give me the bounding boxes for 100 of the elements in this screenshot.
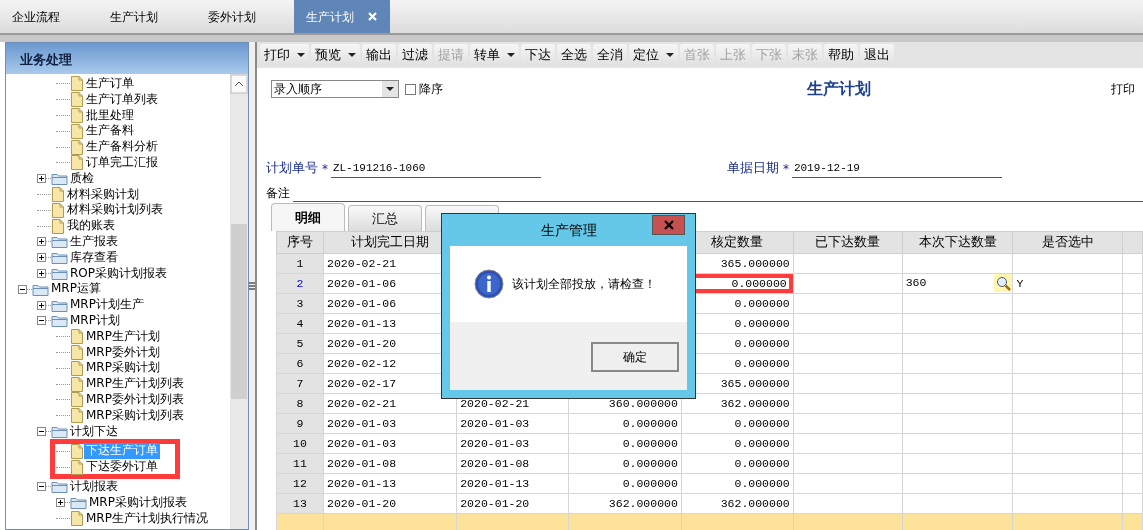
tree-item[interactable]: MRP委外计划列表 [84, 391, 186, 408]
tree-item[interactable]: MRP采购计划列表 [84, 407, 186, 424]
collapse-icon[interactable] [37, 316, 46, 326]
table-cell: 362.000000 [681, 493, 794, 514]
row-number: 10 [276, 433, 324, 454]
toolbar-button[interactable]: 全选 [556, 44, 591, 66]
tree-item[interactable]: 生产报表 [68, 233, 120, 250]
tree-item[interactable]: MRP计划 [68, 312, 122, 329]
collapse-icon[interactable] [18, 284, 27, 294]
expand-icon[interactable] [37, 300, 46, 310]
dialog-message: 该计划全部投放，请检查！ [512, 276, 656, 293]
tree-item[interactable]: 生产备料 [84, 123, 136, 140]
close-icon [663, 220, 674, 230]
toolbar-button[interactable]: 定位 [628, 44, 678, 66]
remark-label: 备注 [265, 184, 290, 202]
tree-item[interactable]: 计划报表 [68, 478, 120, 495]
toolbar-button[interactable]: 退出 [859, 44, 894, 66]
row-number: 9 [276, 413, 324, 434]
info-icon [474, 269, 504, 299]
row-number: 5 [276, 333, 324, 354]
folder-icon [51, 479, 68, 495]
toolbar-button[interactable]: 预览 [310, 44, 360, 66]
tree-item[interactable]: ROP采购计划报表 [68, 265, 170, 282]
document-icon [51, 217, 65, 235]
collapse-icon[interactable] [37, 426, 46, 436]
column-header: 已下达数量 [793, 231, 903, 254]
tree-item[interactable]: 材料采购计划 [65, 186, 141, 203]
expand-icon[interactable] [37, 253, 46, 263]
tree-item[interactable]: 生产备料分析 [84, 139, 160, 155]
table-cell: 2020-01-03 [456, 413, 569, 434]
row-number: 4 [276, 313, 324, 334]
required-mark: * [321, 160, 328, 178]
document-icon [70, 343, 84, 361]
tab[interactable]: 生产计划 [98, 0, 196, 33]
tree-item[interactable]: 材料采购计划列表 [65, 202, 165, 219]
row-number: 3 [276, 293, 324, 314]
tree-item[interactable]: MRP委外计划 [84, 344, 162, 361]
ok-button[interactable]: 确定 [591, 342, 679, 372]
column-header: 序号 [276, 231, 324, 254]
tree-item[interactable]: 订单完工汇报 [84, 155, 160, 171]
table-cell: 0.000000 [568, 473, 682, 494]
toolbar-button[interactable]: 输出 [361, 44, 396, 66]
tree-item[interactable]: MRP生产计划 [84, 328, 162, 345]
tree-item[interactable]: MRP采购计划 [84, 360, 162, 377]
document-date-field[interactable]: 2019-12-19 [791, 160, 1002, 178]
print-template-label: 打印 [1111, 81, 1135, 98]
form-title: 生产计划 [806, 78, 871, 100]
toolbar-button[interactable]: 帮助 [823, 44, 858, 66]
tree-item[interactable]: 生产订单列表 [84, 91, 160, 108]
sort-dropdown[interactable]: 录入顺序 [270, 80, 399, 98]
document-icon [51, 201, 65, 219]
toolbar-button[interactable]: 转单 [469, 44, 519, 66]
row-number: 7 [276, 373, 324, 394]
sidebar-title: 业务处理 [6, 43, 248, 74]
plan-number-label: 计划单号 [265, 159, 318, 177]
toolbar-button[interactable]: 下达 [520, 44, 555, 66]
tree-item[interactable]: 下达委外订单 [84, 459, 160, 475]
column-header: 是否选中 [1012, 231, 1123, 254]
tab[interactable]: 明细 [270, 202, 345, 231]
table-cell: 362.000000 [568, 493, 682, 514]
toolbar-button[interactable]: 过滤 [397, 44, 432, 66]
descending-checkbox[interactable] [404, 83, 416, 95]
document-icon [70, 407, 84, 425]
tree-item[interactable]: 计划下达 [68, 423, 120, 440]
tree-item[interactable]: 我的账表 [65, 218, 117, 234]
row-number: 11 [276, 453, 324, 474]
toolbar-button[interactable]: 打印 [259, 44, 309, 66]
row-number: 13 [276, 493, 324, 514]
document-icon [70, 375, 84, 393]
plan-number-field[interactable]: ZL-191216-1060 [330, 160, 541, 178]
tree-item[interactable]: MRP生产计划执行情况 [84, 510, 210, 527]
expand-icon[interactable] [37, 237, 46, 247]
document-icon [70, 107, 84, 124]
expand-icon[interactable] [37, 268, 46, 278]
document-icon [70, 75, 84, 93]
table-cell: 0.000000 [568, 433, 682, 454]
tree-item[interactable]: 库存查看 [68, 249, 120, 266]
collapse-icon[interactable] [37, 482, 46, 492]
toolbar-button[interactable]: 全消 [592, 44, 627, 66]
table-cell: Y [1012, 273, 1123, 294]
tree-item[interactable]: 质检 [68, 170, 96, 187]
tree-item[interactable]: MRP生产计划列表 [84, 376, 186, 392]
tab[interactable]: 企业流程 [0, 0, 98, 33]
expand-icon[interactable] [56, 498, 65, 508]
expand-icon[interactable] [37, 174, 46, 184]
tab[interactable]: 生产计划 [294, 0, 390, 33]
lookup-button[interactable] [994, 274, 1013, 293]
table-cell: 2020-01-03 [323, 433, 457, 454]
dialog-title: 生产管理 [540, 220, 597, 240]
table-cell: 0.000000 [681, 413, 794, 434]
tree-item[interactable]: 生产订单 [84, 76, 136, 92]
tree-item[interactable]: MRP计划生产 [68, 297, 146, 313]
tree-item[interactable]: MRP运算 [49, 281, 103, 298]
close-button[interactable] [652, 215, 685, 235]
tab[interactable]: 委外计划 [196, 0, 294, 33]
tree-item[interactable]: MRP采购计划报表 [87, 494, 189, 511]
tab[interactable]: 汇总 [347, 204, 422, 231]
close-icon[interactable] [368, 12, 377, 21]
row-number: 12 [276, 473, 324, 494]
tree-item[interactable]: 批里处理 [84, 107, 136, 124]
